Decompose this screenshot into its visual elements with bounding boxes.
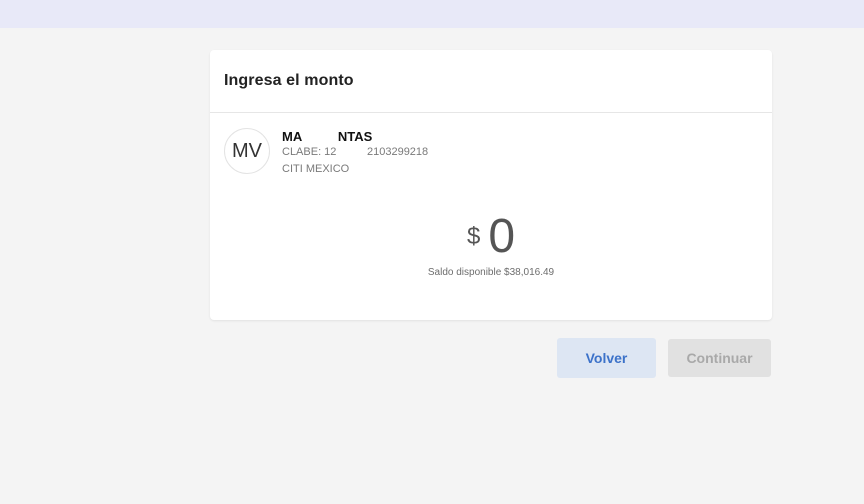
top-bar (0, 0, 864, 28)
recipient-details: MA NTAS CLABE: 12 2103299218 CITI MEXICO (282, 128, 428, 178)
avatar: MV (224, 128, 270, 174)
recipient-info: MV MA NTAS CLABE: 12 2103299218 CITI MEX… (224, 128, 428, 178)
recipient-clabe: CLABE: 12 2103299218 (282, 146, 429, 158)
back-button[interactable]: Volver (557, 338, 656, 378)
recipient-name: MA NTAS (282, 129, 373, 144)
page-title: Ingresa el monto (224, 72, 354, 89)
available-balance: Saldo disponible $38,016.49 (427, 267, 555, 278)
card-header: Ingresa el monto (210, 50, 772, 113)
recipient-bank: CITI MEXICO (282, 163, 350, 175)
amount-input[interactable]: $ 0 (210, 212, 772, 262)
amount-card: Ingresa el monto MV MA NTAS CLABE: 12 21… (210, 50, 772, 320)
amount-value[interactable]: 0 (488, 212, 515, 262)
continue-button[interactable]: Continuar (668, 339, 771, 377)
currency-symbol: $ (466, 223, 481, 250)
